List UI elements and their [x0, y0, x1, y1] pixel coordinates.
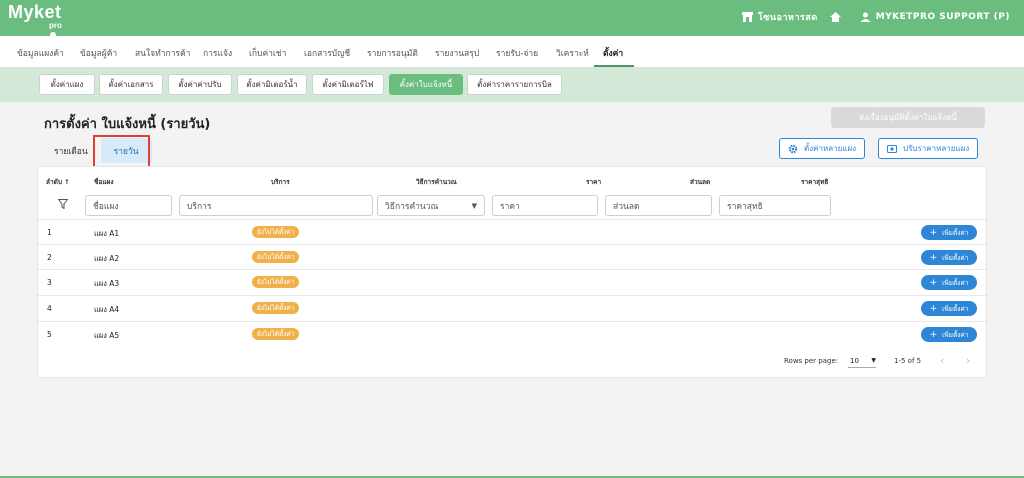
table-row: 2 แผง A2 ยังไม่ได้ตั้งค่า + เพิ่มตั้งค่า	[38, 244, 986, 269]
table-row: 3 แผง A3 ยังไม่ได้ตั้งค่า + เพิ่มตั้งค่า	[38, 269, 986, 294]
menu-item-reports[interactable]: รายงานสรุป	[435, 46, 479, 60]
stall-name: แผง A5	[94, 331, 120, 340]
filter-icon[interactable]	[58, 199, 68, 209]
menu-item-analytics[interactable]: วิเคราะห์	[556, 46, 589, 60]
row-number: 5	[47, 330, 52, 339]
home-icon[interactable]	[829, 12, 841, 22]
pagination-range: 1-5 of 5	[894, 357, 922, 365]
filter-calc-method[interactable]: วิธีการคำนวณ ▼	[377, 195, 485, 216]
submit-approval-button[interactable]: ส่งเรื่องอนุมัติตั้งค่าใบแจ้งหนี้	[831, 107, 985, 128]
top-bar: Myket pro โซนอาหารสด MYKETPRO SUPPORT (P…	[0, 0, 1024, 38]
subtab-electric-meter[interactable]: ตั้งค่ามิเตอร์ไฟ	[312, 74, 384, 95]
add-setting-button[interactable]: + เพิ่มตั้งค่า	[921, 275, 977, 290]
plus-icon: +	[929, 277, 938, 288]
price-tag-icon	[887, 144, 897, 153]
add-setting-button[interactable]: + เพิ่มตั้งค่า	[921, 301, 977, 316]
rows-per-page-label: Rows per page:	[784, 357, 839, 365]
rows-per-page-select[interactable]: 10 ▼	[848, 354, 876, 368]
menu-item-interested[interactable]: สนใจทำการค้า	[135, 46, 190, 60]
row-number: 4	[47, 304, 52, 313]
plus-icon: +	[929, 303, 938, 314]
stall-name: แผง A4	[94, 305, 120, 314]
logo-text: Myket	[8, 2, 62, 22]
plus-icon: +	[929, 252, 938, 263]
col-header-stall-name[interactable]: ชื่อแผง	[94, 177, 114, 187]
main-menu: ข้อมูลแผงค้า ข้อมูลผู้ค้า สนใจทำการค้า ก…	[0, 36, 1024, 68]
add-setting-button[interactable]: + เพิ่มตั้งค่า	[921, 250, 977, 265]
col-header-discount[interactable]: ส่วนลด	[690, 177, 710, 187]
menu-item-notify[interactable]: การแจ้ง	[203, 46, 232, 60]
menu-item-accounting[interactable]: เอกสารบัญชี	[304, 46, 350, 60]
bulk-setting-label: ตั้งค่าหลายแผง	[804, 144, 857, 153]
menu-item-stalls[interactable]: ข้อมูลแผงค้า	[17, 46, 64, 60]
col-header-price[interactable]: ราคา	[586, 177, 601, 187]
filter-discount[interactable]: ส่วนลด	[605, 195, 712, 216]
row-number: 1	[47, 228, 52, 237]
filter-service[interactable]: บริการ	[179, 195, 373, 216]
status-badge: ยังไม่ได้ตั้งค่า	[252, 226, 300, 238]
stall-name: แผง A2	[94, 254, 120, 263]
plus-icon: +	[929, 329, 938, 340]
gear-icon	[788, 144, 798, 153]
store-name[interactable]: โซนอาหารสด	[758, 10, 818, 24]
prev-page-button[interactable]: ‹	[940, 354, 944, 367]
table-row: 1 แผง A1 ยังไม่ได้ตั้งค่า + เพิ่มตั้งค่า	[38, 219, 986, 244]
menu-item-vendors[interactable]: ข้อมูลผู้ค้า	[80, 46, 117, 60]
stall-name: แผง A1	[94, 229, 120, 238]
subtab-stall[interactable]: ตั้งค่าแผง	[39, 74, 95, 95]
subtab-documents[interactable]: ตั้งค่าเอกสาร	[99, 74, 163, 95]
subtab-bill-prices[interactable]: ตั้งค่าราคารายการบิล	[467, 74, 562, 95]
stall-name: แผง A3	[94, 279, 120, 288]
next-page-button[interactable]: ›	[966, 354, 970, 367]
tab-monthly[interactable]: รายเดือน	[41, 138, 101, 163]
table-row: 5 แผง A5 ยังไม่ได้ตั้งค่า + เพิ่มตั้งค่า	[38, 321, 986, 346]
add-setting-button[interactable]: + เพิ่มตั้งค่า	[921, 327, 977, 342]
col-header-order[interactable]: ลำดับ ↑	[46, 177, 70, 187]
settings-subtabs: ตั้งค่าแผง ตั้งค่าเอกสาร ตั้งค่าค่าปรับ …	[0, 68, 1024, 102]
user-menu[interactable]: MYKETPRO SUPPORT (P)	[876, 12, 1010, 22]
filter-price[interactable]: ราคา	[492, 195, 598, 216]
active-menu-indicator	[594, 65, 634, 67]
store-icon	[741, 12, 753, 22]
col-header-service[interactable]: บริการ	[271, 177, 290, 187]
menu-item-income-expense[interactable]: รายรับ-จ่าย	[496, 46, 538, 60]
row-number: 3	[47, 278, 52, 287]
chevron-down-icon: ▼	[871, 357, 876, 364]
table-row: 4 แผง A4 ยังไม่ได้ตั้งค่า + เพิ่มตั้งค่า	[38, 295, 986, 320]
plus-icon: +	[929, 227, 938, 238]
col-header-net-price[interactable]: ราคาสุทธิ	[801, 177, 828, 187]
menu-item-settings[interactable]: ตั้งค่า	[603, 46, 623, 60]
subtab-invoice[interactable]: ตั้งค่าใบแจ้งหนี้	[389, 74, 463, 95]
filter-stall-name[interactable]: ชื่อแผง	[85, 195, 172, 216]
subtab-water-meter[interactable]: ตั้งค่ามิเตอร์น้ำ	[237, 74, 307, 95]
page-title: การตั้งค่า ใบแจ้งหนี้ (รายวัน)	[44, 117, 211, 132]
row-number: 2	[47, 253, 52, 262]
menu-item-approvals[interactable]: รายการอนุมัติ	[367, 46, 418, 60]
menu-item-rent[interactable]: เก็บค่าเช่า	[249, 46, 286, 60]
add-setting-button[interactable]: + เพิ่มตั้งค่า	[921, 225, 977, 240]
myket-logo[interactable]: Myket pro	[8, 2, 62, 38]
bulk-price-label: ปรับราคาหลายแผง	[903, 144, 970, 153]
annotation-highlight-box	[93, 135, 150, 169]
user-icon	[860, 12, 871, 22]
status-badge: ยังไม่ได้ตั้งค่า	[252, 251, 300, 263]
col-header-calc-method[interactable]: วิธีการคำนวณ	[416, 177, 457, 187]
bulk-setting-button[interactable]: ตั้งค่าหลายแผง	[779, 138, 866, 159]
subtab-fines[interactable]: ตั้งค่าค่าปรับ	[168, 74, 232, 95]
status-badge: ยังไม่ได้ตั้งค่า	[252, 276, 300, 288]
bulk-price-button[interactable]: ปรับราคาหลายแผง	[878, 138, 979, 159]
status-badge: ยังไม่ได้ตั้งค่า	[252, 302, 300, 314]
status-badge: ยังไม่ได้ตั้งค่า	[252, 328, 300, 340]
chevron-down-icon: ▼	[471, 201, 477, 210]
filter-net-price[interactable]: ราคาสุทธิ	[719, 195, 831, 216]
